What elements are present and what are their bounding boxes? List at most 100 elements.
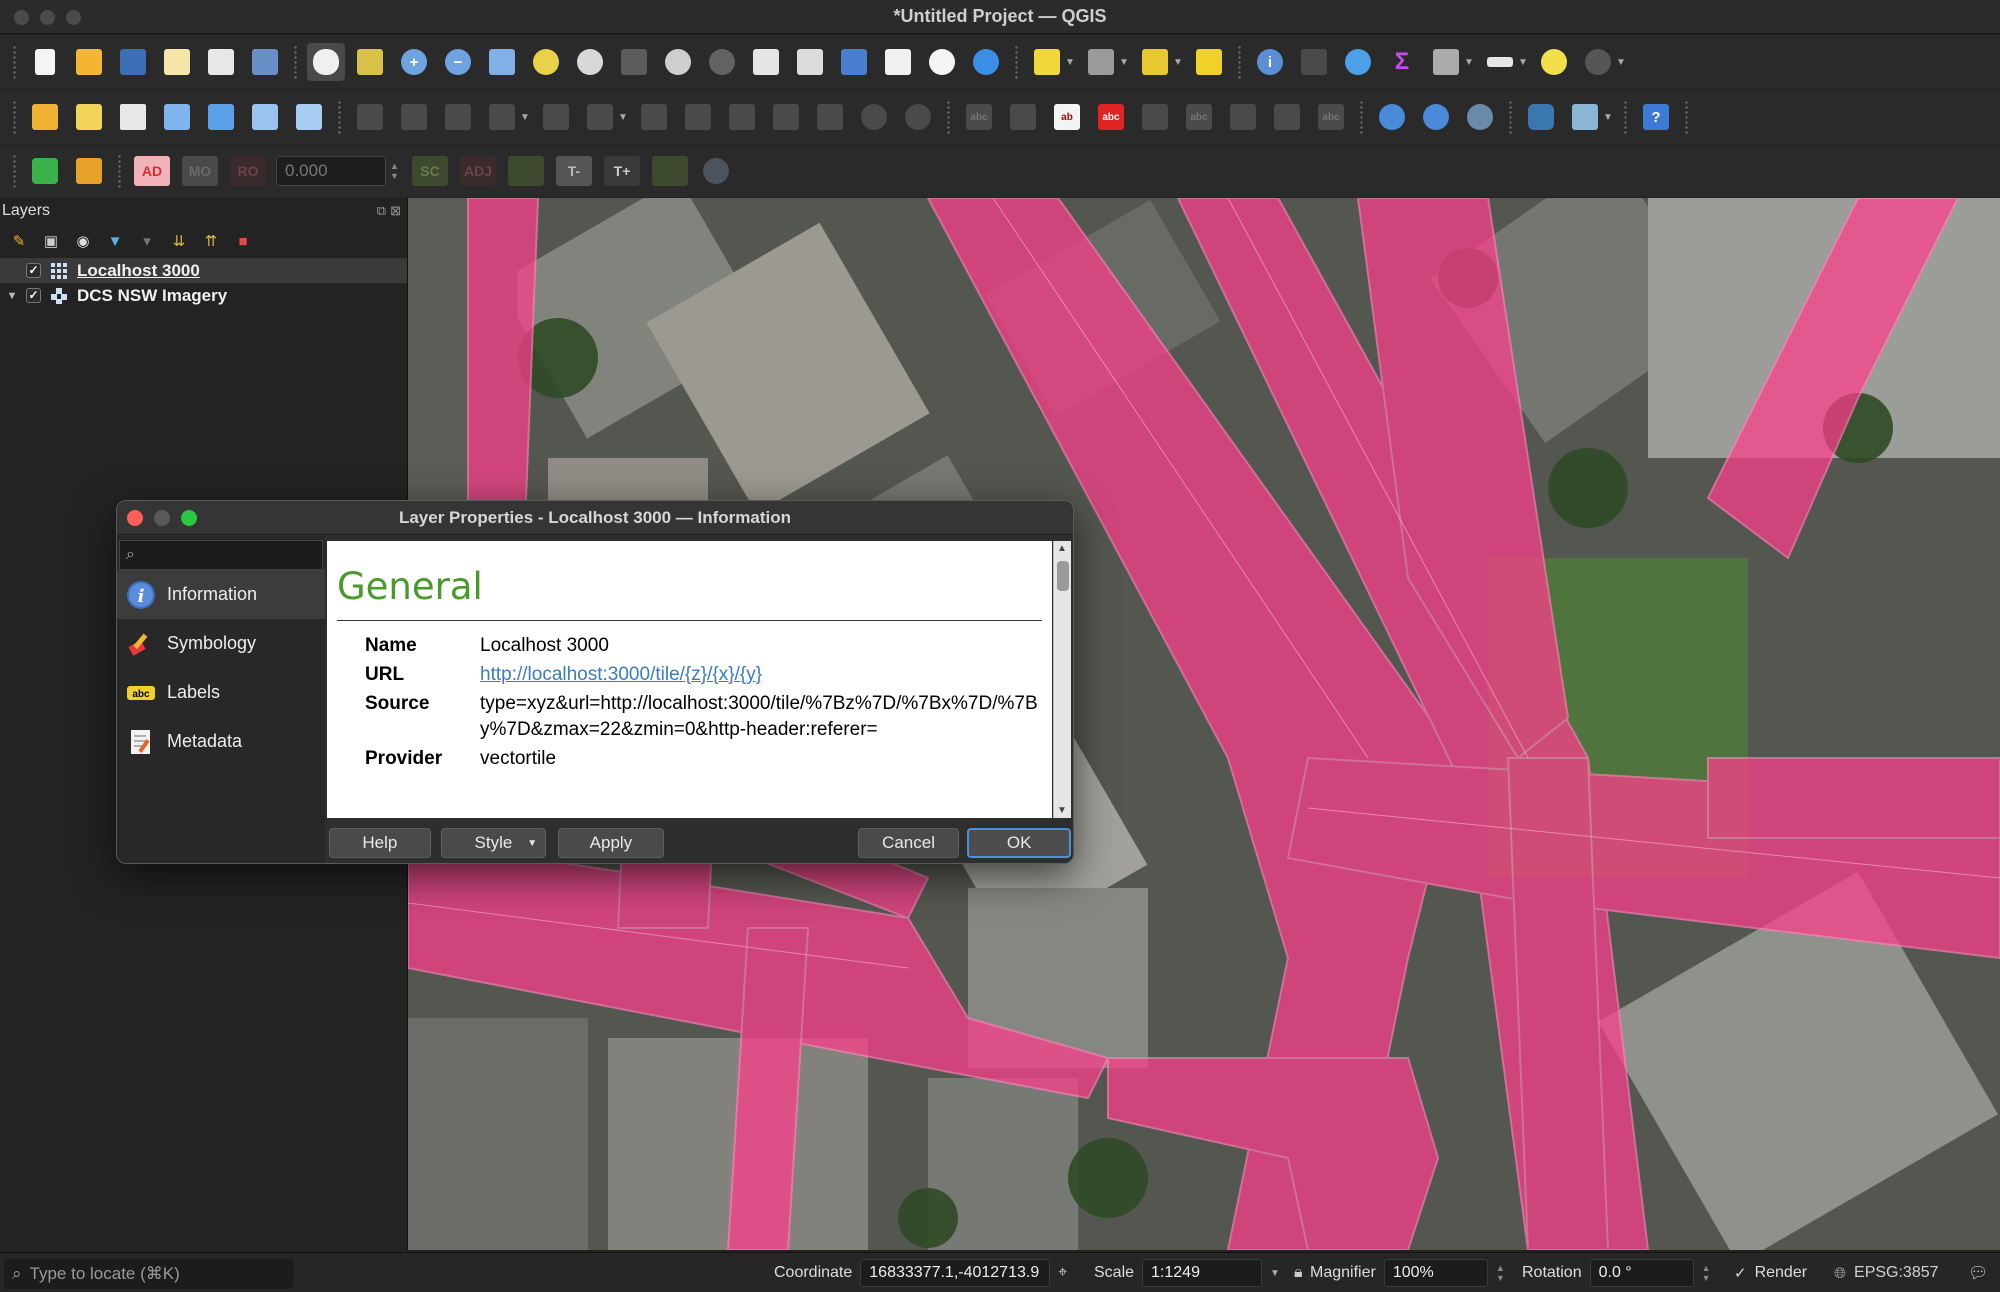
- chevron-down-icon[interactable]: ▼: [1065, 57, 1075, 68]
- map-tips-button[interactable]: [1535, 43, 1573, 81]
- zoom-in-button[interactable]: +: [395, 43, 433, 81]
- chevron-down-icon[interactable]: ▼: [390, 171, 406, 181]
- toolbar-grip[interactable]: [293, 45, 298, 79]
- chevron-down-icon[interactable]: ▼: [4, 290, 20, 302]
- new-3d-view-button[interactable]: [791, 43, 829, 81]
- chevron-down-icon[interactable]: ▼: [1270, 1268, 1280, 1279]
- cancel-button[interactable]: Cancel: [857, 828, 960, 858]
- style-button[interactable]: Style ▼: [440, 828, 547, 858]
- zoom-window-button[interactable]: [66, 10, 81, 25]
- snap-t-minus-button[interactable]: T-: [556, 156, 593, 186]
- snap-advanced-digitizing-button[interactable]: AD: [134, 156, 170, 186]
- snap-intersection-button[interactable]: [508, 156, 545, 186]
- new-memory-layer-button[interactable]: [202, 98, 240, 136]
- zoom-last-button[interactable]: [659, 43, 697, 81]
- nav-item-symbology[interactable]: Symbology: [117, 619, 325, 668]
- change-label-button[interactable]: abc: [1312, 98, 1350, 136]
- digitize-button[interactable]: [483, 98, 521, 136]
- layout-manager-button[interactable]: [202, 43, 240, 81]
- chevron-up-icon[interactable]: ▲: [390, 161, 406, 171]
- label-highlight-button[interactable]: abc: [1092, 98, 1130, 136]
- refresh-button[interactable]: [967, 43, 1005, 81]
- new-map-view-button[interactable]: [747, 43, 785, 81]
- filter-legend-button[interactable]: ▼: [102, 228, 128, 254]
- rotation-field[interactable]: 0.0 °: [1589, 1259, 1694, 1287]
- zoom-out-button[interactable]: −: [439, 43, 477, 81]
- edit-table-button[interactable]: [635, 98, 673, 136]
- new-grid-layer-button[interactable]: [246, 98, 284, 136]
- settings-button[interactable]: [1339, 43, 1377, 81]
- float-panel-icon[interactable]: ⧉: [377, 203, 386, 219]
- temporal-controller-button[interactable]: [923, 43, 961, 81]
- url-link[interactable]: http://localhost:3000/tile/{z}/{x}/{y}: [480, 662, 1040, 688]
- layer-visibility-checkbox[interactable]: ✓: [26, 263, 41, 278]
- style-manager-button[interactable]: [246, 43, 284, 81]
- add-wms-layer-button[interactable]: [1373, 98, 1411, 136]
- data-source-manager-button[interactable]: [70, 98, 108, 136]
- statistical-summary-button[interactable]: Σ: [1383, 43, 1421, 81]
- close-panel-icon[interactable]: ⊠: [390, 203, 401, 219]
- toolbar-grip[interactable]: [12, 100, 17, 134]
- save-project-button[interactable]: [114, 43, 152, 81]
- chevron-down-icon[interactable]: ▼: [1119, 57, 1129, 68]
- dialog-search-input[interactable]: [140, 546, 291, 564]
- render-checkbox[interactable]: ✓: [1734, 1264, 1747, 1282]
- remove-layer-button[interactable]: ■: [230, 228, 256, 254]
- locator-search-button[interactable]: [26, 152, 64, 190]
- gps-tools-button[interactable]: [70, 152, 108, 190]
- minimize-window-button[interactable]: [40, 10, 55, 25]
- pan-to-selection-button[interactable]: [351, 43, 389, 81]
- zoom-next-button[interactable]: [703, 43, 741, 81]
- paste-features-button[interactable]: [811, 98, 849, 136]
- cut-features-button[interactable]: [723, 98, 761, 136]
- snap-mo-button[interactable]: MO: [182, 156, 218, 186]
- measure-button[interactable]: [1481, 43, 1519, 81]
- deselect-button[interactable]: [1136, 43, 1174, 81]
- help-contents-button[interactable]: ?: [1637, 98, 1675, 136]
- delete-selected-button[interactable]: [679, 98, 717, 136]
- layer-labeling-button[interactable]: ab: [1048, 98, 1086, 136]
- scroll-down-icon[interactable]: ▼: [1057, 805, 1067, 816]
- layer-visibility-checkbox[interactable]: ✓: [26, 288, 41, 303]
- toolbar-grip[interactable]: [1623, 100, 1628, 134]
- manage-map-themes-button[interactable]: ◉: [70, 228, 96, 254]
- magnifier-field[interactable]: 100%: [1383, 1259, 1488, 1287]
- add-wfs-layer-button[interactable]: [1417, 98, 1455, 136]
- snap-parallel-button[interactable]: [652, 156, 689, 186]
- toolbar-grip[interactable]: [946, 100, 951, 134]
- filter-expression-button[interactable]: ▾: [134, 228, 160, 254]
- show-bookmarks-button[interactable]: [879, 43, 917, 81]
- toolbar-grip[interactable]: [1359, 100, 1364, 134]
- crs-button[interactable]: EPSG:3857: [1854, 1264, 1939, 1282]
- new-project-button[interactable]: [26, 43, 64, 81]
- modify-attributes-button[interactable]: [581, 98, 619, 136]
- new-line-layer-button[interactable]: [158, 98, 196, 136]
- add-layer-button[interactable]: [26, 98, 64, 136]
- undo-button[interactable]: [855, 98, 893, 136]
- toggle-editing-button[interactable]: [395, 98, 433, 136]
- select-location-button[interactable]: [1190, 43, 1228, 81]
- chevron-down-icon[interactable]: ▼: [1518, 57, 1528, 68]
- coordinate-field[interactable]: 16833377.1,-4012713.9: [860, 1259, 1051, 1287]
- toolbar-grip[interactable]: [12, 45, 17, 79]
- toolbar-grip[interactable]: [117, 154, 122, 188]
- collapse-all-button[interactable]: ⇈: [198, 228, 224, 254]
- close-window-button[interactable]: [14, 10, 29, 25]
- snap-ro-button[interactable]: RO: [230, 156, 266, 186]
- dialog-minimize-button[interactable]: [154, 510, 170, 526]
- chevron-down-icon[interactable]: ▼: [1603, 112, 1613, 123]
- attribute-table-button[interactable]: [1427, 43, 1465, 81]
- apply-button[interactable]: Apply: [558, 828, 664, 858]
- chevron-down-icon[interactable]: ▼: [618, 112, 628, 123]
- vertex-tool-button[interactable]: [537, 98, 575, 136]
- layer-name[interactable]: Localhost 3000: [77, 261, 200, 281]
- messages-icon[interactable]: 💬︎: [1968, 1263, 1988, 1283]
- nav-item-metadata[interactable]: Metadata: [117, 717, 325, 766]
- snap-tolerance-field[interactable]: 0.000: [276, 156, 386, 186]
- toolbar-grip[interactable]: [1684, 100, 1689, 134]
- toolbar-grip[interactable]: [1237, 45, 1242, 79]
- new-bookmark-button[interactable]: [835, 43, 873, 81]
- snap-tolerance-stepper[interactable]: ▲ ▼: [390, 156, 406, 186]
- pan-map-button[interactable]: [307, 43, 345, 81]
- zoom-to-selection-button[interactable]: [527, 43, 565, 81]
